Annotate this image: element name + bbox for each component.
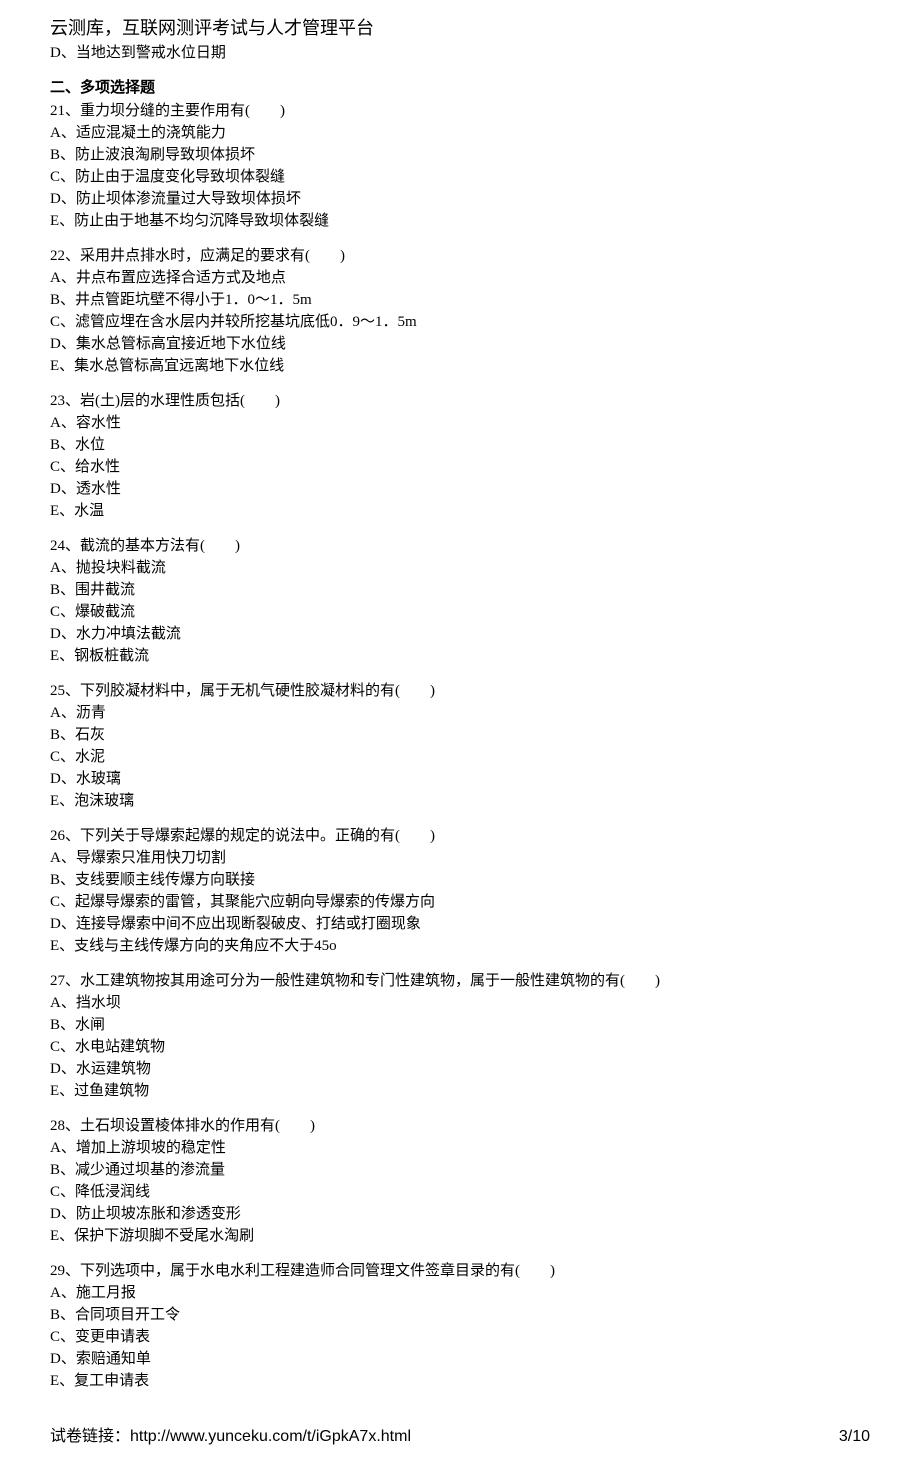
question-block: 24、截流的基本方法有( ) A、抛投块料截流 B、围井截流 C、爆破截流 D、… (50, 536, 870, 667)
option-line: B、合同项目开工令 (50, 1305, 870, 1326)
section-heading: 二、多项选择题 (50, 78, 870, 99)
question-block: 27、水工建筑物按其用途可分为一般性建筑物和专门性建筑物，属于一般性建筑物的有(… (50, 971, 870, 1102)
option-line: E、过鱼建筑物 (50, 1081, 870, 1102)
question-stem: 26、下列关于导爆索起爆的规定的说法中。正确的有( ) (50, 826, 870, 847)
option-line: C、变更申请表 (50, 1327, 870, 1348)
option-line: E、支线与主线传爆方向的夹角应不大于45o (50, 936, 870, 957)
option-line: C、滤管应埋在含水层内并较所挖基坑底低0．9～1．5m (50, 312, 870, 333)
option-line: D、防止坝体渗流量过大导致坝体损坏 (50, 189, 870, 210)
option-line: D、集水总管标高宜接近地下水位线 (50, 334, 870, 355)
option-line: C、给水性 (50, 457, 870, 478)
option-line: B、减少通过坝基的渗流量 (50, 1160, 870, 1181)
option-line: D、防止坝坡冻胀和渗透变形 (50, 1204, 870, 1225)
option-line: D、索赔通知单 (50, 1349, 870, 1370)
option-line: C、水泥 (50, 747, 870, 768)
option-line: B、防止波浪淘刷导致坝体损坏 (50, 145, 870, 166)
option-line: A、施工月报 (50, 1283, 870, 1304)
option-line: E、防止由于地基不均匀沉降导致坝体裂缝 (50, 211, 870, 232)
page-footer: 试卷链接：http://www.yunceku.com/t/iGpkA7x.ht… (0, 1426, 920, 1458)
option-line: E、复工申请表 (50, 1371, 870, 1392)
option-line: E、钢板桩截流 (50, 646, 870, 667)
question-stem: 23、岩(土)层的水理性质包括( ) (50, 391, 870, 412)
question-block: 22、采用井点排水时，应满足的要求有( ) A、井点布置应选择合适方式及地点 B… (50, 246, 870, 377)
question-block: 23、岩(土)层的水理性质包括( ) A、容水性 B、水位 C、给水性 D、透水… (50, 391, 870, 522)
question-stem: 27、水工建筑物按其用途可分为一般性建筑物和专门性建筑物，属于一般性建筑物的有(… (50, 971, 870, 992)
question-stem: 21、重力坝分缝的主要作用有( ) (50, 101, 870, 122)
page-indicator: 3/10 (839, 1426, 870, 1448)
footer-link-label: 试卷链接：http://www.yunceku.com/t/iGpkA7x.ht… (50, 1426, 411, 1448)
option-line: E、集水总管标高宜远离地下水位线 (50, 356, 870, 377)
option-line: B、水闸 (50, 1015, 870, 1036)
option-line: E、保护下游坝脚不受尾水淘刷 (50, 1226, 870, 1247)
option-line: A、增加上游坝坡的稳定性 (50, 1138, 870, 1159)
question-stem: 25、下列胶凝材料中，属于无机气硬性胶凝材料的有( ) (50, 681, 870, 702)
orphan-option-line: D、当地达到警戒水位日期 (50, 43, 870, 64)
option-line: D、水力冲填法截流 (50, 624, 870, 645)
page-title: 云测库，互联网测评考试与人才管理平台 (50, 16, 870, 41)
option-line: A、适应混凝土的浇筑能力 (50, 123, 870, 144)
option-line: C、爆破截流 (50, 602, 870, 623)
question-block: 28、土石坝设置棱体排水的作用有( ) A、增加上游坝坡的稳定性 B、减少通过坝… (50, 1116, 870, 1247)
page-content: 云测库，互联网测评考试与人才管理平台 D、当地达到警戒水位日期 二、多项选择题 … (0, 0, 920, 1426)
option-line: A、挡水坝 (50, 993, 870, 1014)
option-line: E、泡沫玻璃 (50, 791, 870, 812)
question-block: 29、下列选项中，属于水电水利工程建造师合同管理文件签章目录的有( ) A、施工… (50, 1261, 870, 1392)
option-line: E、水温 (50, 501, 870, 522)
option-line: A、沥青 (50, 703, 870, 724)
option-line: D、透水性 (50, 479, 870, 500)
option-line: C、降低浸润线 (50, 1182, 870, 1203)
question-block: 25、下列胶凝材料中，属于无机气硬性胶凝材料的有( ) A、沥青 B、石灰 C、… (50, 681, 870, 812)
option-line: C、防止由于温度变化导致坝体裂缝 (50, 167, 870, 188)
question-stem: 29、下列选项中，属于水电水利工程建造师合同管理文件签章目录的有( ) (50, 1261, 870, 1282)
option-line: A、导爆索只准用快刀切割 (50, 848, 870, 869)
question-block: 21、重力坝分缝的主要作用有( ) A、适应混凝土的浇筑能力 B、防止波浪淘刷导… (50, 101, 870, 232)
option-line: A、抛投块料截流 (50, 558, 870, 579)
question-stem: 22、采用井点排水时，应满足的要求有( ) (50, 246, 870, 267)
question-stem: 24、截流的基本方法有( ) (50, 536, 870, 557)
option-line: A、容水性 (50, 413, 870, 434)
option-line: B、围井截流 (50, 580, 870, 601)
option-line: B、水位 (50, 435, 870, 456)
option-line: C、起爆导爆索的雷管，其聚能穴应朝向导爆索的传爆方向 (50, 892, 870, 913)
option-line: D、水运建筑物 (50, 1059, 870, 1080)
option-line: B、石灰 (50, 725, 870, 746)
option-line: C、水电站建筑物 (50, 1037, 870, 1058)
option-line: D、水玻璃 (50, 769, 870, 790)
option-line: B、井点管距坑壁不得小于1．0～1．5m (50, 290, 870, 311)
option-line: A、井点布置应选择合适方式及地点 (50, 268, 870, 289)
question-stem: 28、土石坝设置棱体排水的作用有( ) (50, 1116, 870, 1137)
option-line: D、连接导爆索中间不应出现断裂破皮、打结或打圈现象 (50, 914, 870, 935)
option-line: B、支线要顺主线传爆方向联接 (50, 870, 870, 891)
question-block: 26、下列关于导爆索起爆的规定的说法中。正确的有( ) A、导爆索只准用快刀切割… (50, 826, 870, 957)
